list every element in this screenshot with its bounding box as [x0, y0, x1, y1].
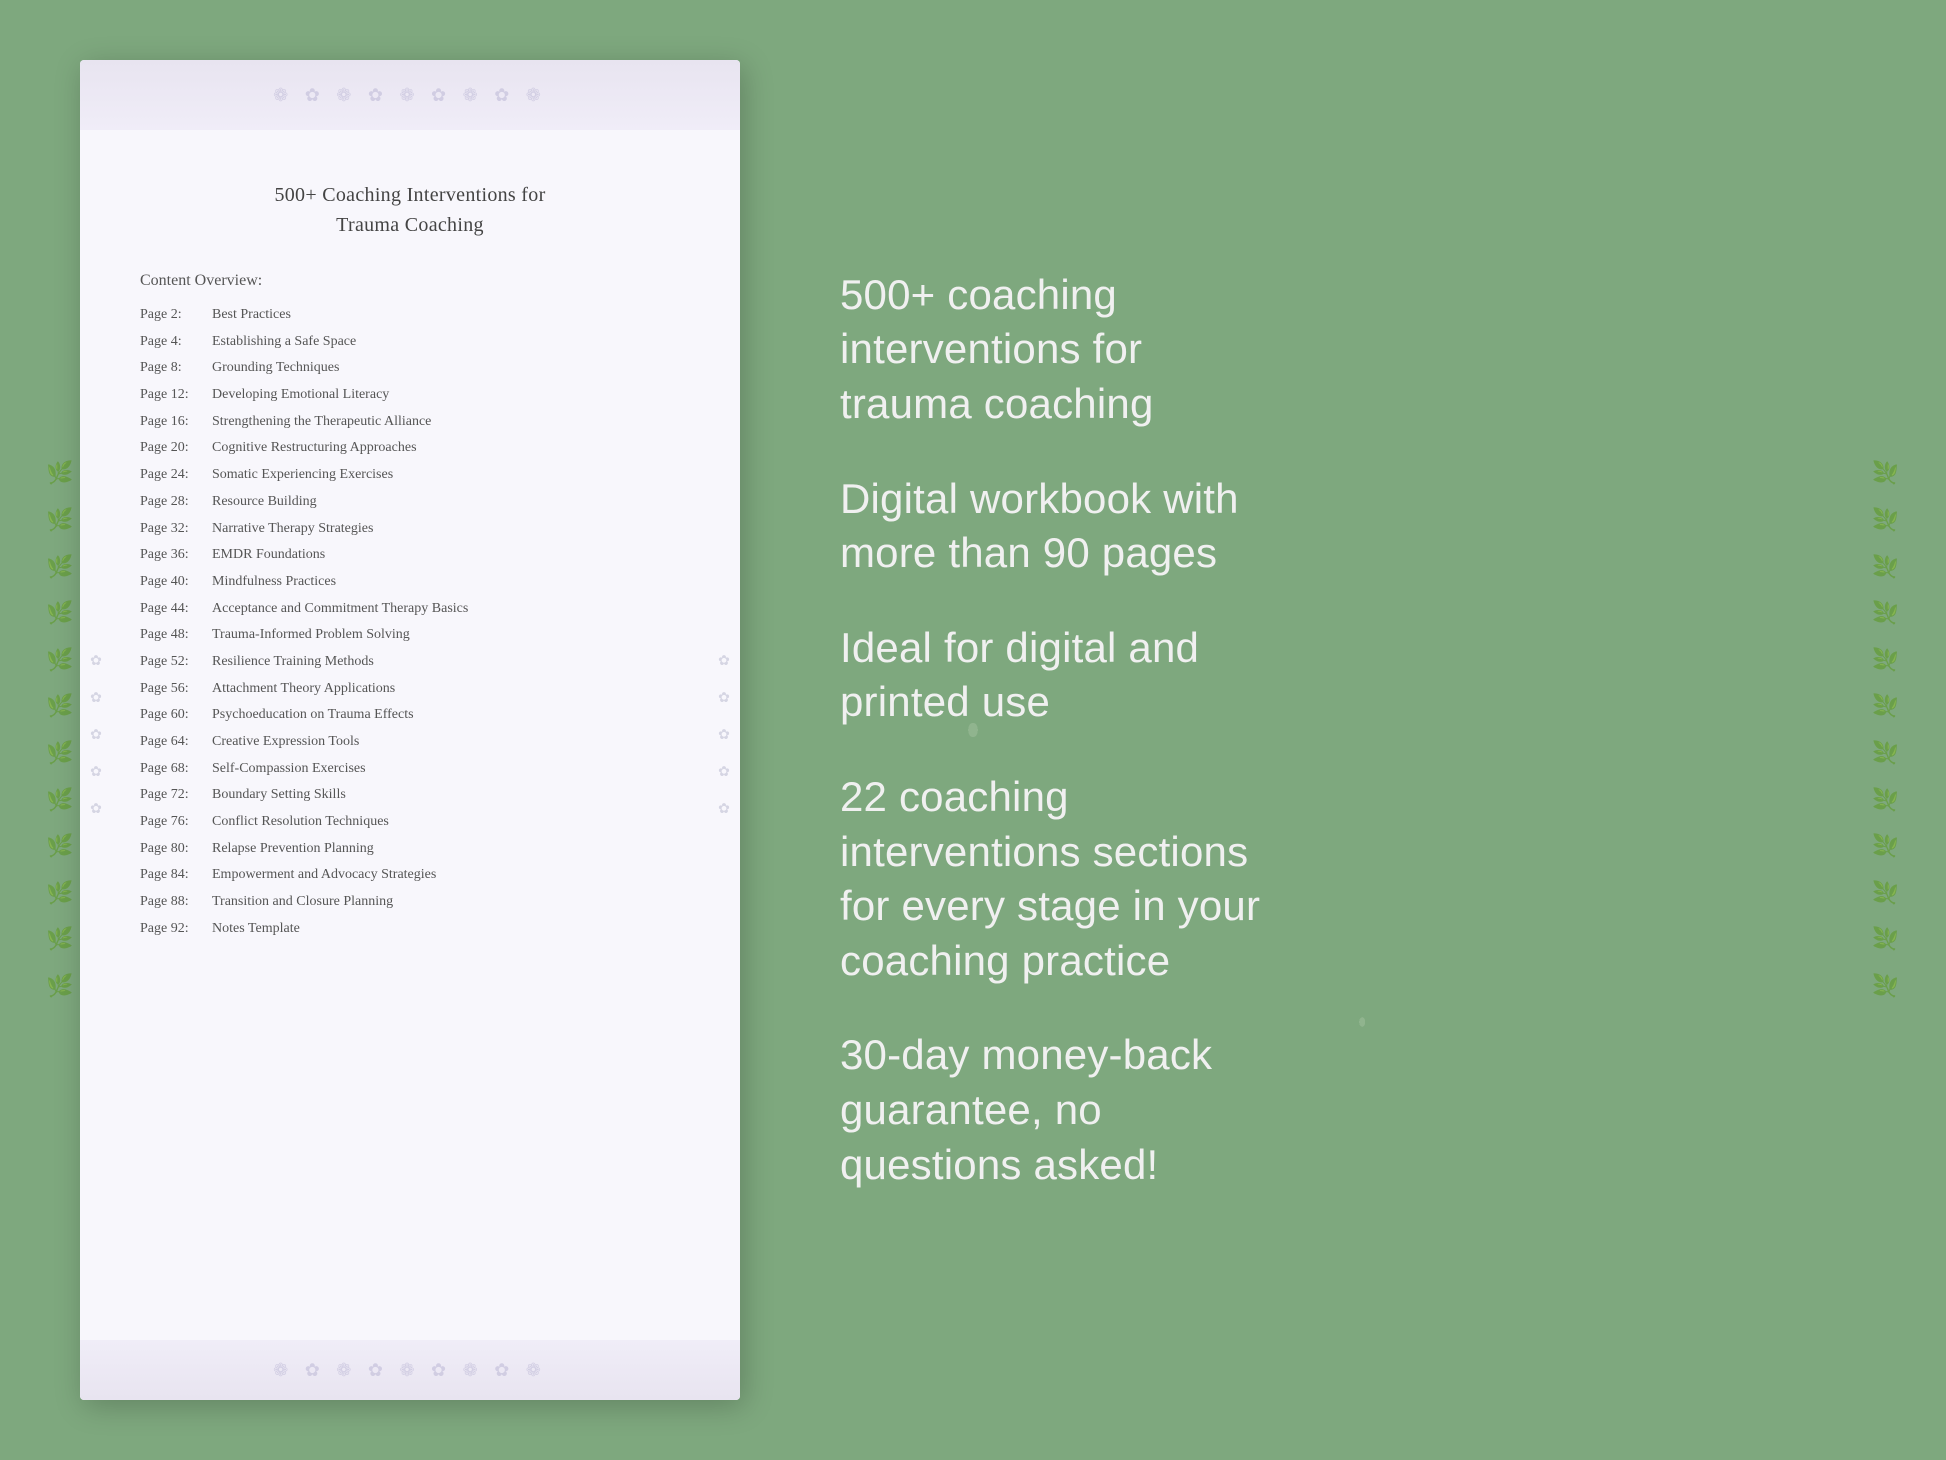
toc-title-text: Psychoeducation on Trauma Effects — [212, 704, 414, 726]
main-container: ✿✿✿✿✿ ✿✿✿✿✿ 500+ Coaching Interventions … — [0, 0, 1946, 1460]
toc-page-number: Page 52: — [140, 651, 212, 673]
table-of-contents: Page 2: Best PracticesPage 4: Establishi… — [140, 304, 680, 940]
toc-title-text: Self-Compassion Exercises — [212, 758, 366, 780]
table-of-contents-item: Page 44: Acceptance and Commitment Thera… — [140, 598, 680, 620]
toc-page-number: Page 84: — [140, 864, 212, 886]
toc-page-number: Page 48: — [140, 624, 212, 646]
table-of-contents-item: Page 4: Establishing a Safe Space — [140, 331, 680, 353]
table-of-contents-item: Page 76: Conflict Resolution Techniques — [140, 811, 680, 833]
table-of-contents-item: Page 20: Cognitive Restructuring Approac… — [140, 437, 680, 459]
toc-page-number: Page 24: — [140, 464, 212, 486]
table-of-contents-item: Page 2: Best Practices — [140, 304, 680, 326]
toc-page-number: Page 56: — [140, 678, 212, 700]
document-title: 500+ Coaching Interventions for Trauma C… — [140, 180, 680, 240]
toc-title-text: Resilience Training Methods — [212, 651, 374, 673]
toc-page-number: Page 92: — [140, 918, 212, 940]
doc-top-decoration — [80, 60, 740, 130]
content-overview-label: Content Overview: — [140, 272, 680, 290]
toc-title-text: Cognitive Restructuring Approaches — [212, 437, 417, 459]
toc-page-number: Page 36: — [140, 544, 212, 566]
toc-page-number: Page 32: — [140, 518, 212, 540]
toc-page-number: Page 64: — [140, 731, 212, 753]
toc-title-text: Notes Template — [212, 918, 300, 940]
toc-page-number: Page 44: — [140, 598, 212, 620]
table-of-contents-item: Page 40: Mindfulness Practices — [140, 571, 680, 593]
table-of-contents-item: Page 36: EMDR Foundations — [140, 544, 680, 566]
toc-page-number: Page 4: — [140, 331, 212, 353]
toc-title-text: Best Practices — [212, 304, 291, 326]
toc-title-text: Attachment Theory Applications — [212, 678, 395, 700]
table-of-contents-item: Page 72: Boundary Setting Skills — [140, 784, 680, 806]
info-block-2: Digital workbook withmore than 90 pages — [840, 472, 1826, 581]
table-of-contents-item: Page 68: Self-Compassion Exercises — [140, 758, 680, 780]
info-block-5: 30-day money-backguarantee, noquestions … — [840, 1028, 1826, 1192]
info-block-3: Ideal for digital andprinted use — [840, 621, 1826, 730]
table-of-contents-item: Page 80: Relapse Prevention Planning — [140, 838, 680, 860]
table-of-contents-item: Page 60: Psychoeducation on Trauma Effec… — [140, 704, 680, 726]
info-block-1: 500+ coachinginterventions fortrauma coa… — [840, 268, 1826, 432]
table-of-contents-item: Page 64: Creative Expression Tools — [140, 731, 680, 753]
toc-title-text: Empowerment and Advocacy Strategies — [212, 864, 436, 886]
toc-title-text: Relapse Prevention Planning — [212, 838, 374, 860]
toc-title-text: Establishing a Safe Space — [212, 331, 356, 353]
table-of-contents-item: Page 52: Resilience Training Methods — [140, 651, 680, 673]
toc-page-number: Page 28: — [140, 491, 212, 513]
toc-page-number: Page 60: — [140, 704, 212, 726]
toc-page-number: Page 72: — [140, 784, 212, 806]
toc-title-text: Conflict Resolution Techniques — [212, 811, 389, 833]
toc-title-text: Strengthening the Therapeutic Alliance — [212, 411, 431, 433]
toc-title-text: Developing Emotional Literacy — [212, 384, 389, 406]
toc-title-text: Resource Building — [212, 491, 317, 513]
toc-title-text: Boundary Setting Skills — [212, 784, 346, 806]
table-of-contents-item: Page 8: Grounding Techniques — [140, 357, 680, 379]
table-of-contents-item: Page 32: Narrative Therapy Strategies — [140, 518, 680, 540]
toc-title-text: Creative Expression Tools — [212, 731, 359, 753]
table-of-contents-item: Page 84: Empowerment and Advocacy Strate… — [140, 864, 680, 886]
toc-title-text: EMDR Foundations — [212, 544, 325, 566]
toc-page-number: Page 8: — [140, 357, 212, 379]
table-of-contents-item: Page 48: Trauma-Informed Problem Solving — [140, 624, 680, 646]
toc-page-number: Page 2: — [140, 304, 212, 326]
info-block-4: 22 coachinginterventions sectionsfor eve… — [840, 770, 1826, 988]
doc-bottom-decoration — [80, 1340, 740, 1400]
table-of-contents-item: Page 12: Developing Emotional Literacy — [140, 384, 680, 406]
toc-title-text: Grounding Techniques — [212, 357, 339, 379]
toc-title-text: Narrative Therapy Strategies — [212, 518, 373, 540]
info-panel: 500+ coachinginterventions fortrauma coa… — [800, 248, 1866, 1212]
toc-page-number: Page 76: — [140, 811, 212, 833]
table-of-contents-item: Page 56: Attachment Theory Applications — [140, 678, 680, 700]
table-of-contents-item: Page 28: Resource Building — [140, 491, 680, 513]
document-inner: 500+ Coaching Interventions for Trauma C… — [80, 130, 740, 1340]
toc-page-number: Page 88: — [140, 891, 212, 913]
document-panel: ✿✿✿✿✿ ✿✿✿✿✿ 500+ Coaching Interventions … — [80, 60, 740, 1400]
toc-page-number: Page 16: — [140, 411, 212, 433]
toc-page-number: Page 68: — [140, 758, 212, 780]
table-of-contents-item: Page 24: Somatic Experiencing Exercises — [140, 464, 680, 486]
toc-page-number: Page 80: — [140, 838, 212, 860]
toc-title-text: Transition and Closure Planning — [212, 891, 393, 913]
table-of-contents-item: Page 88: Transition and Closure Planning — [140, 891, 680, 913]
table-of-contents-item: Page 92: Notes Template — [140, 918, 680, 940]
toc-page-number: Page 40: — [140, 571, 212, 593]
toc-page-number: Page 20: — [140, 437, 212, 459]
toc-title-text: Acceptance and Commitment Therapy Basics — [212, 598, 468, 620]
toc-title-text: Mindfulness Practices — [212, 571, 336, 593]
toc-page-number: Page 12: — [140, 384, 212, 406]
toc-title-text: Somatic Experiencing Exercises — [212, 464, 393, 486]
table-of-contents-item: Page 16: Strengthening the Therapeutic A… — [140, 411, 680, 433]
toc-title-text: Trauma-Informed Problem Solving — [212, 624, 410, 646]
